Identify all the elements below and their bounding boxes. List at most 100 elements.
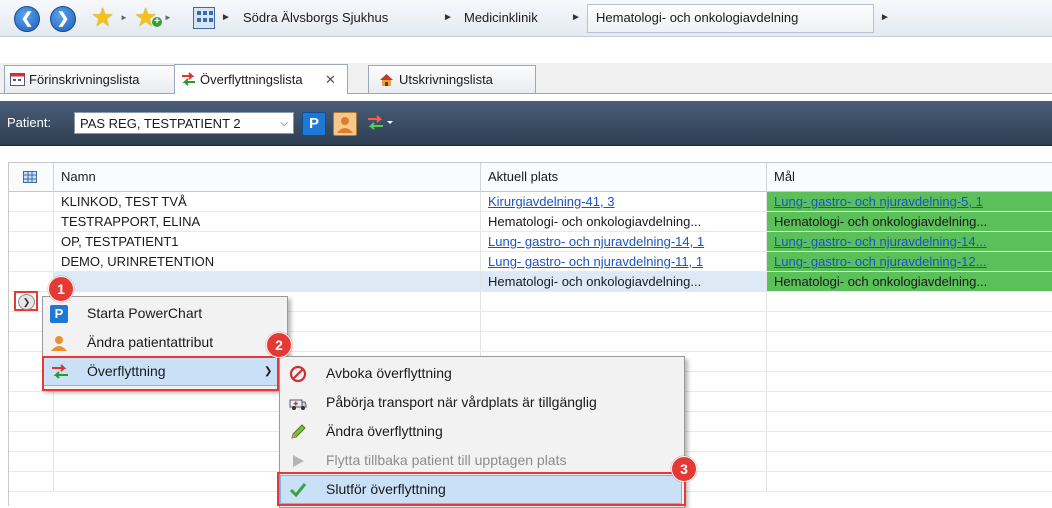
cell-mal: Hematologi- och onkologiavdelning... xyxy=(767,212,1052,232)
cell-mal-link[interactable]: Lung- gastro- och njuravdelning-14... xyxy=(767,232,1052,252)
tab-label: Förinskrivningslista xyxy=(29,72,140,87)
menu-item-andra-overflyttning[interactable]: Ändra överflyttning xyxy=(280,417,682,446)
cell-namn: DEMO, URINRETENTION xyxy=(54,252,481,272)
play-icon xyxy=(293,455,304,467)
menu-item-starta-powerchart[interactable]: P Starta PowerChart xyxy=(43,299,285,328)
add-favorite-icon[interactable]: ★ + xyxy=(134,2,162,32)
cell-aktuell-plats-link[interactable]: Lung- gastro- och njuravdelning-11, 1 xyxy=(481,252,767,272)
breadcrumb-bar: ❮ ❯ ★ ► ★ + ► ► Södra Älvsborgs Sjukhus ►… xyxy=(0,0,1052,37)
cell-namn xyxy=(54,272,481,292)
empty-cell xyxy=(767,312,1052,332)
empty-cell xyxy=(767,432,1052,452)
breadcrumb-separator: ► xyxy=(221,12,231,23)
chevron-right-icon[interactable]: ► xyxy=(164,1,172,35)
table-row[interactable]: OP, TESTPATIENT1 Lung- gastro- och njura… xyxy=(9,232,1052,252)
patient-dropdown-value: PAS REG, TESTPATIENT 2 xyxy=(80,116,241,131)
menu-item-label: Påbörja transport när vårdplats är tillg… xyxy=(326,394,597,410)
back-arrow-icon[interactable]: ❮ xyxy=(14,6,40,32)
empty-cell xyxy=(767,372,1052,392)
tab-label: Överflyttningslista xyxy=(200,72,303,87)
slutfor-highlight xyxy=(277,472,686,506)
grid-header: Namn Aktuell plats Mål xyxy=(9,162,1052,192)
row-gutter xyxy=(9,232,54,252)
breadcrumb-separator: ► xyxy=(443,12,453,23)
cell-mal-link[interactable]: Lung- gastro- och njuravdelning-5, 1 xyxy=(767,192,1052,212)
cell-aktuell-plats: Hematologi- och onkologiavdelning... xyxy=(481,272,767,292)
menu-item-avboka-overflyttning[interactable]: Avboka överflyttning xyxy=(280,359,682,388)
column-header-aktuell-plats[interactable]: Aktuell plats xyxy=(481,163,767,191)
empty-cell xyxy=(481,292,767,312)
column-header-namn[interactable]: Namn xyxy=(54,163,481,191)
empty-cell xyxy=(767,472,1052,492)
table-row-selected[interactable]: Hematologi- och onkologiavdelning... Hem… xyxy=(9,272,1052,292)
close-icon[interactable]: ✕ xyxy=(325,66,336,93)
cell-aktuell-plats-link[interactable]: Lung- gastro- och njuravdelning-14, 1 xyxy=(481,232,767,252)
empty-cell xyxy=(481,332,767,352)
menu-item-flytta-tillbaka: Flytta tillbaka patient till upptagen pl… xyxy=(280,446,682,475)
menu-item-label: Ändra överflyttning xyxy=(326,423,443,439)
tab-forinskrivningslista[interactable]: Förinskrivningslista xyxy=(4,65,176,93)
tab-strip: Förinskrivningslista Överflyttningslista… xyxy=(0,63,1052,94)
tab-label: Utskrivningslista xyxy=(399,72,493,87)
transfer-menu-icon[interactable] xyxy=(366,112,396,134)
cell-namn: KLINKOD, TEST TVÅ xyxy=(54,192,481,212)
tab-utskrivningslista[interactable]: Utskrivningslista xyxy=(368,65,536,93)
callout-3: 3 xyxy=(671,456,697,482)
transfer-arrows-icon xyxy=(182,72,195,86)
column-chooser[interactable] xyxy=(9,163,54,191)
powerchart-icon: P xyxy=(50,305,68,323)
patient-dropdown[interactable]: PAS REG, TESTPATIENT 2 ⌵ xyxy=(74,112,294,134)
breadcrumb-item-ward-label: Hematologi- och onkologiavdelning xyxy=(596,10,799,25)
menu-item-andra-patientattribut[interactable]: Ändra patientattribut xyxy=(43,328,285,357)
breadcrumb-item-clinic[interactable]: Medicinklinik xyxy=(464,0,538,36)
forward-arrow-icon[interactable]: ❯ xyxy=(50,6,76,32)
chevron-right-icon[interactable]: ► xyxy=(120,1,128,35)
empty-cell xyxy=(767,292,1052,312)
empty-cell xyxy=(481,312,767,332)
tab-overflyttningslista[interactable]: Överflyttningslista ✕ xyxy=(174,64,348,94)
row-gutter xyxy=(9,452,54,472)
table-row[interactable]: TESTRAPPORT, ELINA Hematologi- och onkol… xyxy=(9,212,1052,232)
callout-2: 2 xyxy=(266,332,292,358)
breadcrumb-separator: ► xyxy=(571,12,581,23)
row-gutter xyxy=(9,412,54,432)
column-header-mal[interactable]: Mål xyxy=(767,163,1052,191)
table-row[interactable]: KLINKOD, TEST TVÅ Kirurgiavdelning-41, 3… xyxy=(9,192,1052,212)
empty-cell xyxy=(767,392,1052,412)
cell-aktuell-plats: Hematologi- och onkologiavdelning... xyxy=(481,212,767,232)
plus-icon: + xyxy=(152,17,162,27)
patient-attributes-icon xyxy=(51,336,67,351)
cell-namn: TESTRAPPORT, ELINA xyxy=(54,212,481,232)
row-gutter xyxy=(9,212,54,232)
cell-namn: OP, TESTPATIENT1 xyxy=(54,232,481,252)
cell-mal-link[interactable]: Lung- gastro- och njuravdelning-12... xyxy=(767,252,1052,272)
callout-1: 1 xyxy=(48,276,74,302)
row-gutter xyxy=(9,472,54,492)
pencil-icon xyxy=(291,424,306,439)
menu-item-label: Starta PowerChart xyxy=(87,305,203,321)
overflyttning-highlight xyxy=(42,356,279,391)
favorite-star-icon[interactable]: ★ xyxy=(91,2,114,32)
row-gutter xyxy=(9,392,54,412)
powerchart-icon[interactable]: P xyxy=(302,112,326,136)
breadcrumb-separator[interactable]: ► xyxy=(880,0,890,36)
empty-cell xyxy=(767,412,1052,432)
menu-item-label: Avboka överflyttning xyxy=(326,365,452,381)
menu-item-label: Flytta tillbaka patient till upptagen pl… xyxy=(326,452,567,468)
grid-icon xyxy=(23,171,37,183)
menu-item-label: Ändra patientattribut xyxy=(87,334,214,350)
cancel-icon xyxy=(289,365,307,383)
empty-cell xyxy=(767,332,1052,352)
table-row[interactable]: DEMO, URINRETENTION Lung- gastro- och nj… xyxy=(9,252,1052,272)
patient-attributes-icon[interactable] xyxy=(333,112,357,136)
ambulance-icon xyxy=(289,399,307,410)
row-menu-arrow-icon[interactable]: ❯ xyxy=(18,294,35,310)
cell-mal: Hematologi- och onkologiavdelning... xyxy=(767,272,1052,292)
menu-item-paborja-transport[interactable]: Påbörja transport när vårdplats är tillg… xyxy=(280,388,682,417)
chevron-down-icon: ⌵ xyxy=(280,118,288,129)
empty-cell xyxy=(767,352,1052,372)
building-icon[interactable] xyxy=(193,7,215,29)
house-icon xyxy=(380,74,393,86)
breadcrumb-item-hospital[interactable]: Södra Älvsborgs Sjukhus xyxy=(243,0,388,36)
cell-aktuell-plats-link[interactable]: Kirurgiavdelning-41, 3 xyxy=(481,192,767,212)
